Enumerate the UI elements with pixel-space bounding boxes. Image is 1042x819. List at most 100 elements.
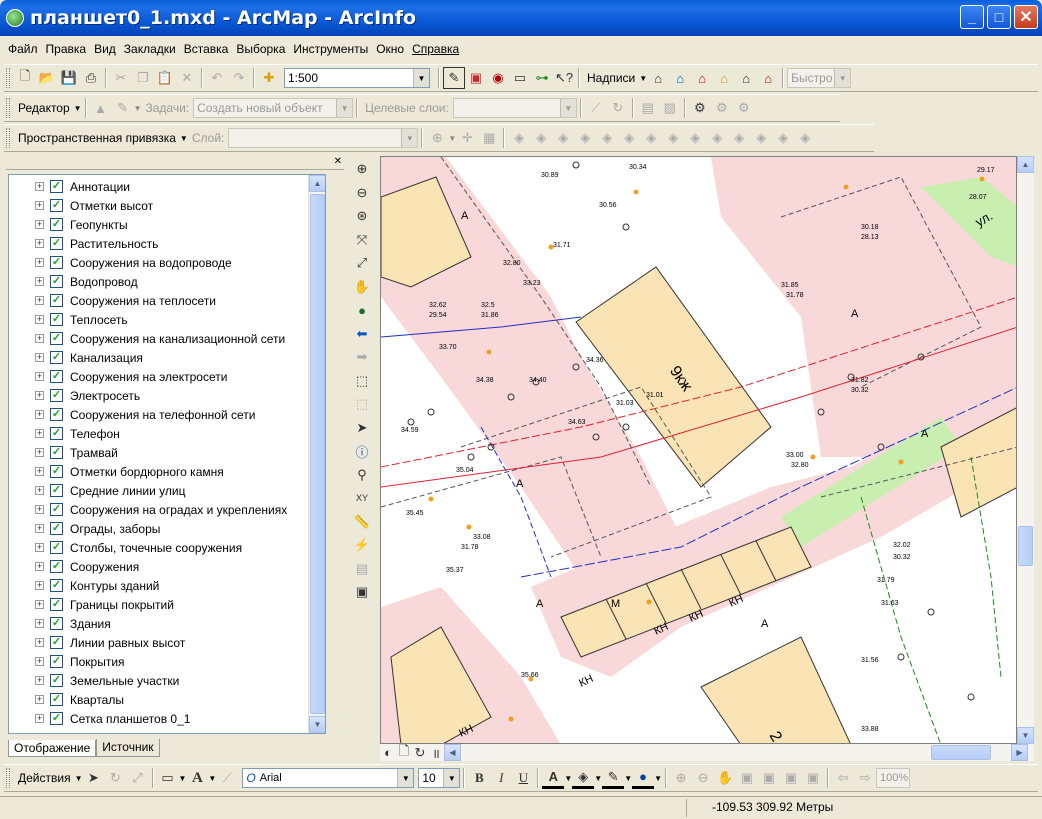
layout-view-icon[interactable]: ◐	[380, 742, 396, 764]
expand-icon[interactable]: +	[35, 695, 44, 704]
label-weight-icon[interactable]: ⌂	[691, 67, 713, 89]
print-icon[interactable]: ⎙	[80, 67, 102, 89]
expand-icon[interactable]: +	[35, 372, 44, 381]
chevron-down-icon[interactable]: ▼	[413, 69, 429, 87]
layer-visibility-checkbox[interactable]: ✓	[50, 389, 63, 402]
catalog-icon[interactable]: ◉	[487, 67, 509, 89]
layer-row[interactable]: + ✓ Геопункты	[9, 215, 325, 234]
scroll-thumb[interactable]	[931, 745, 991, 760]
expand-icon[interactable]: +	[35, 600, 44, 609]
tool-b-icon[interactable]: ◈	[530, 127, 552, 149]
editor-menu[interactable]: Редактор	[14, 101, 74, 115]
layer-visibility-checkbox[interactable]: ✓	[50, 636, 63, 649]
scroll-thumb[interactable]	[1018, 526, 1033, 566]
actions-menu[interactable]: Действия	[14, 771, 75, 785]
layer-visibility-checkbox[interactable]: ✓	[50, 313, 63, 326]
open-folder-icon[interactable]: 📂	[36, 67, 58, 89]
layer-visibility-checkbox[interactable]: ✓	[50, 560, 63, 573]
zoom-in-icon[interactable]: ⊕	[350, 158, 374, 180]
link-table-icon[interactable]: ▦	[478, 127, 500, 149]
layer-row[interactable]: + ✓ Аннотации	[9, 177, 325, 196]
tool-j-icon[interactable]: ◈	[706, 127, 728, 149]
expand-icon[interactable]: +	[35, 334, 44, 343]
cut-icon[interactable]: ✂	[110, 67, 132, 89]
font-combo[interactable]: O Arial ▼	[242, 768, 415, 788]
layer-row[interactable]: + ✓ Контуры зданий	[9, 576, 325, 595]
layer-visibility-checkbox[interactable]: ✓	[50, 617, 63, 630]
toc-scrollbar[interactable]: ▲ ▼	[308, 175, 325, 733]
expand-icon[interactable]: +	[35, 201, 44, 210]
layer-row[interactable]: + ✓ Сооружения на телефонной сети	[9, 405, 325, 424]
layer-visibility-checkbox[interactable]: ✓	[50, 579, 63, 592]
expand-icon[interactable]: +	[35, 353, 44, 362]
tab-display[interactable]: Отображение	[8, 740, 97, 757]
tool-n-icon[interactable]: ◈	[794, 127, 816, 149]
undo-icon[interactable]: ↶	[206, 67, 228, 89]
topology-icon[interactable]: ⚙	[689, 97, 711, 119]
add-control-points-icon[interactable]: ✛	[456, 127, 478, 149]
menu-view[interactable]: Вид	[90, 42, 120, 56]
toolbar-grip[interactable]	[6, 68, 10, 88]
layer-row[interactable]: + ✓ Границы покрытий	[9, 595, 325, 614]
layer-visibility-checkbox[interactable]: ✓	[50, 674, 63, 687]
delete-icon[interactable]: ✕	[176, 67, 198, 89]
expand-icon[interactable]: +	[35, 277, 44, 286]
model-builder-icon[interactable]: ⊶	[531, 67, 553, 89]
menu-bookmarks[interactable]: Закладки	[120, 42, 180, 56]
marker-color-icon[interactable]: ●	[632, 767, 655, 789]
paste-icon[interactable]: 📋	[154, 67, 176, 89]
layer-row[interactable]: + ✓ Сооружения на теплосети	[9, 291, 325, 310]
layer-visibility-checkbox[interactable]: ✓	[50, 237, 63, 250]
fixed-in-icon[interactable]: ▣	[758, 767, 780, 789]
labels-menu[interactable]: Надписи	[583, 71, 639, 85]
scale-combo[interactable]: 1:500 ▼	[284, 68, 430, 88]
expand-icon[interactable]: +	[35, 581, 44, 590]
fixed-zoom-in-icon[interactable]: ⊛	[350, 205, 374, 227]
minimize-button[interactable]: _	[960, 5, 984, 29]
layer-row[interactable]: + ✓ Канализация	[9, 348, 325, 367]
find-icon[interactable]: ⚲	[350, 464, 374, 486]
zoom-whole-page-icon[interactable]: ⤢	[127, 767, 149, 789]
expand-icon[interactable]: +	[35, 638, 44, 647]
rectangle-icon[interactable]: ▭	[157, 767, 179, 789]
menu-window[interactable]: Окно	[372, 42, 408, 56]
layer-row[interactable]: + ✓ Сооружения на водопроводе	[9, 253, 325, 272]
layer-row[interactable]: + ✓ Земельные участки	[9, 671, 325, 690]
layer-visibility-checkbox[interactable]: ✓	[50, 256, 63, 269]
zoom-out-layout-icon[interactable]: ⊖	[692, 767, 714, 789]
layer-row[interactable]: + ✓ Линии равных высот	[9, 633, 325, 652]
refresh-icon[interactable]: ↻	[412, 742, 428, 764]
layer-row[interactable]: + ✓ Телефон	[9, 424, 325, 443]
font-color-icon[interactable]: A	[542, 767, 565, 789]
layer-row[interactable]: + ✓ Покрытия	[9, 652, 325, 671]
tool-l-icon[interactable]: ◈	[750, 127, 772, 149]
window-icon[interactable]: ▭	[509, 67, 531, 89]
map-view[interactable]: 30.34 30.89 30.56 31.71 32.80 33.23 32.62 32.5 2…	[380, 156, 1017, 744]
fixed-zoom-out-icon[interactable]: ⤧	[350, 229, 374, 251]
globe-icon[interactable]: ●	[350, 299, 374, 321]
layer-row[interactable]: + ✓ Растительность	[9, 234, 325, 253]
tab-source[interactable]: Источник	[96, 739, 160, 757]
expand-icon[interactable]: +	[35, 714, 44, 723]
tool-d-icon[interactable]: ◈	[574, 127, 596, 149]
expand-icon[interactable]: +	[35, 258, 44, 267]
label-manager-icon[interactable]: ⌂	[647, 67, 669, 89]
add-data-icon[interactable]: ✚	[258, 67, 280, 89]
full-extent-zoom-icon[interactable]: ⤢	[350, 252, 374, 274]
tool-m-icon[interactable]: ◈	[772, 127, 794, 149]
data-view-icon[interactable]: 🗋	[396, 742, 412, 764]
rotate-element-icon[interactable]: ↻	[105, 767, 127, 789]
back-extent-icon[interactable]: ⬅	[350, 323, 374, 345]
editor-toolbar-icon[interactable]: ✎	[443, 67, 465, 89]
layer-visibility-checkbox[interactable]: ✓	[50, 465, 63, 478]
layer-row[interactable]: + ✓ Отметки высот	[9, 196, 325, 215]
layer-row[interactable]: + ✓ Столбы, точечные сооружения	[9, 538, 325, 557]
menu-edit[interactable]: Правка	[42, 42, 91, 56]
fixed-out-icon[interactable]: ▣	[780, 767, 802, 789]
go-to-xy-icon[interactable]: XY	[350, 487, 374, 509]
layer-visibility-checkbox[interactable]: ✓	[50, 427, 63, 440]
save-icon[interactable]: 💾	[58, 67, 80, 89]
fix-topology-icon[interactable]: ⚙	[733, 97, 755, 119]
chevron-down-icon[interactable]: ▼	[401, 129, 418, 147]
italic-button[interactable]: I	[490, 767, 512, 789]
